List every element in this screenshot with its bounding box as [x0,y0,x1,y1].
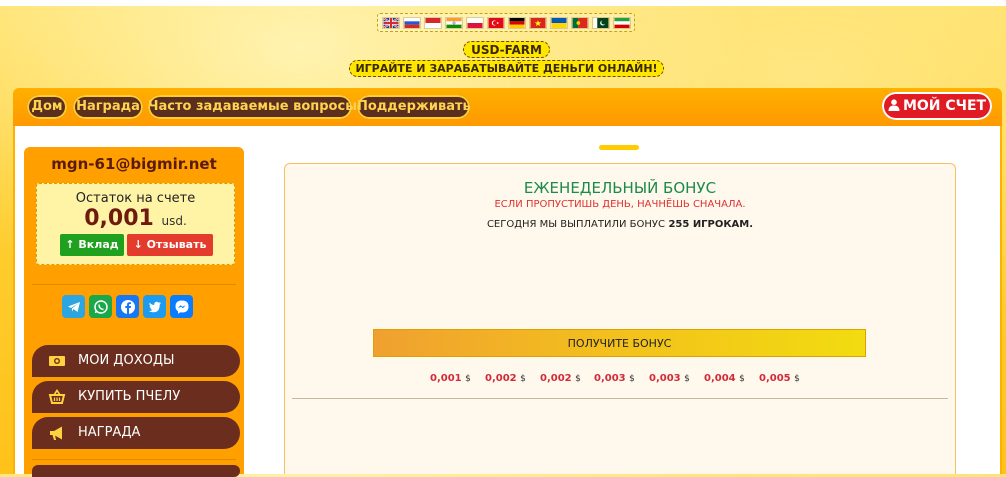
bonus-day-amount: 0,002 $ [485,373,526,384]
nav-support-button[interactable]: Поддерживать [357,95,471,119]
bonus-day-amount: 0,002 $ [540,373,581,384]
balance-box: Остаток на счете 0,001 usd. ↑ Вклад ↓ От… [36,183,235,265]
menu-my-income-label: МОИ ДОХОДЫ [78,353,175,368]
social-links [62,295,193,318]
balance-value-row: 0,001 usd. [37,206,234,231]
bonus-day-amount: 0,005 $ [759,373,800,384]
bonus-day-amount: 0,001 $ [430,373,471,384]
nav-reward-button[interactable]: Награда [73,95,143,119]
arrow-up-icon: ↑ [65,238,75,251]
menu-my-income[interactable]: МОИ ДОХОДЫ [32,345,240,377]
messenger-icon[interactable] [170,295,193,318]
facebook-icon[interactable] [116,295,139,318]
bonus-stat-count: 255 [668,219,690,230]
sidebar-divider-bottom [32,459,236,460]
bonus-divider [292,398,948,399]
flag-pl-icon[interactable] [465,16,484,29]
sidebar: mgn-61@bigmir.net Остаток на счете 0,001… [24,147,244,477]
flag-tr-icon[interactable] [486,16,505,29]
whatsapp-icon[interactable] [89,295,112,318]
telegram-icon[interactable] [62,295,85,318]
bonus-amounts-row: 0,001 $ 0,002 $ 0,002 $ 0,003 $ 0,003 $ … [421,373,801,389]
my-account-button[interactable]: МОЙ СЧЕТ [882,92,992,120]
bonus-day-amount: 0,004 $ [704,373,745,384]
flag-ru-icon[interactable] [402,16,421,29]
my-account-label: МОЙ СЧЕТ [902,98,987,114]
sidebar-divider [32,284,236,285]
arrow-down-icon: ↓ [133,238,143,251]
balance-value: 0,001 [84,206,154,231]
flag-gb-icon[interactable] [381,16,400,29]
menu-reward-label: НАГРАДА [78,425,141,440]
bonus-day-amount: 0,003 $ [594,373,635,384]
deposit-button[interactable]: ↑ Вклад [60,234,124,256]
site-tagline: ИГРАЙТЕ И ЗАРАБАТЫВАЙТЕ ДЕНЬГИ ОНЛАЙН! [349,60,664,77]
money-icon [49,356,65,366]
twitter-icon[interactable] [143,295,166,318]
flag-vn-icon[interactable] [528,16,547,29]
site-brand: USD-FARM [463,41,550,58]
balance-unit: usd. [161,214,187,228]
nav-faq-button[interactable]: Часто задаваемые вопросы [148,95,357,119]
withdraw-label: Отзывать [146,238,207,251]
flag-de-icon[interactable] [507,16,526,29]
basket-icon [48,389,66,404]
menu-buy-bee[interactable]: КУПИТЬ ПЧЕЛУ [32,381,240,413]
user-icon [888,99,900,111]
bonus-stat: СЕГОДНЯ МЫ ВЫПЛАТИЛИ БОНУС 255 ИГРОКАМ. [284,219,956,230]
user-email: mgn-61@bigmir.net [51,155,217,173]
nav-home-button[interactable]: Дом [27,95,67,119]
language-selector [377,13,635,32]
balance-label: Остаток на счете [75,191,196,206]
top-border [0,0,1006,6]
bonus-title: ЕЖЕНЕДЕЛЬНЫЙ БОНУС [523,179,717,197]
flag-ua-icon[interactable] [549,16,568,29]
withdraw-button[interactable]: ↓ Отзывать [127,234,213,256]
flag-id-icon[interactable] [423,16,442,29]
megaphone-icon [50,426,62,440]
flag-pt-icon[interactable] [570,16,589,29]
flag-ir-icon[interactable] [612,16,631,29]
flag-pk-icon[interactable] [591,16,610,29]
menu-buy-bee-label: КУПИТЬ ПЧЕЛУ [78,389,181,404]
deposit-label: Вклад [78,238,119,251]
menu-next-item[interactable] [32,465,240,477]
bonus-stat-prefix: СЕГОДНЯ МЫ ВЫПЛАТИЛИ БОНУС [486,219,665,230]
bonus-stat-suffix: ИГРОКАМ. [692,219,754,230]
menu-reward[interactable]: НАГРАДА [32,417,240,449]
bonus-warning: ЕСЛИ ПРОПУСТИШЬ ДЕНЬ, НАЧНЁШЬ СНАЧАЛА. [494,199,746,210]
flag-in-icon[interactable] [444,16,463,29]
get-bonus-button[interactable]: ПОЛУЧИТЕ БОНУС [373,329,866,357]
bonus-day-amount: 0,003 $ [649,373,690,384]
carousel-indicator [599,145,639,150]
